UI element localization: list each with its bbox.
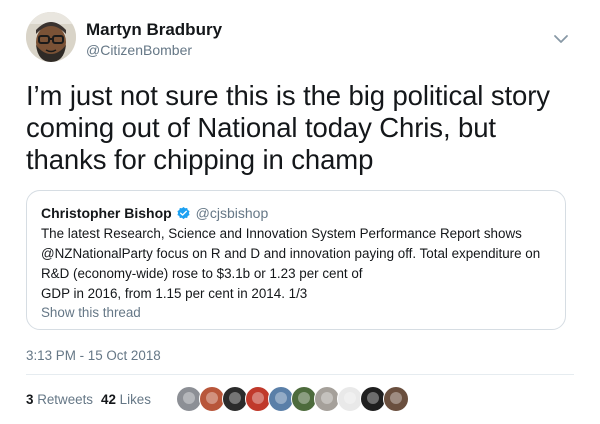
likes-label: Likes: [119, 392, 151, 407]
author-avatar[interactable]: [26, 12, 76, 62]
retweets-label: Retweets: [37, 392, 94, 407]
tweet-timestamp[interactable]: 3:13 PM - 15 Oct 2018: [26, 348, 161, 363]
verified-badge-icon: [176, 206, 191, 221]
tweet-stats: 3 Retweets 42 Likes: [26, 392, 151, 407]
quoted-tweet-text: The latest Research, Science and Innovat…: [41, 224, 553, 304]
quoted-text-line: GDP in 2016, from 1.15 per cent in 2014.…: [41, 286, 308, 301]
quoted-author-name[interactable]: Christopher Bishop: [41, 205, 172, 221]
author-handle[interactable]: @CitizenBomber: [86, 42, 192, 58]
bearded-man-avatar-icon: [26, 12, 76, 62]
retweets-count: 3: [26, 392, 34, 407]
show-thread-link[interactable]: Show this thread: [41, 305, 141, 320]
likes-stat[interactable]: 42 Likes: [101, 392, 151, 407]
quoted-text-line: R&D (economy-wide) rose to $3.1b or 1.23…: [41, 266, 363, 281]
quoted-text-line: The latest Research, Science and Innovat…: [41, 226, 522, 241]
quoted-tweet[interactable]: Christopher Bishop @cjsbishop The latest…: [26, 190, 566, 330]
likes-count: 42: [101, 392, 116, 407]
tweet-text: I’m just not sure this is the big politi…: [26, 80, 550, 175]
author-name[interactable]: Martyn Bradbury: [86, 20, 222, 40]
quoted-author-handle[interactable]: @cjsbishop: [196, 205, 269, 221]
liker-avatar[interactable]: [383, 386, 409, 412]
quoted-tweet-header: Christopher Bishop @cjsbishop: [41, 205, 268, 221]
tweet-card: Martyn Bradbury @CitizenBomber I’m just …: [0, 0, 600, 424]
chevron-down-icon[interactable]: [552, 30, 570, 48]
retweets-stat[interactable]: 3 Retweets: [26, 392, 93, 407]
quoted-text-line: @NZNationalParty focus on R and D and in…: [41, 246, 541, 261]
stats-divider: [26, 374, 574, 375]
